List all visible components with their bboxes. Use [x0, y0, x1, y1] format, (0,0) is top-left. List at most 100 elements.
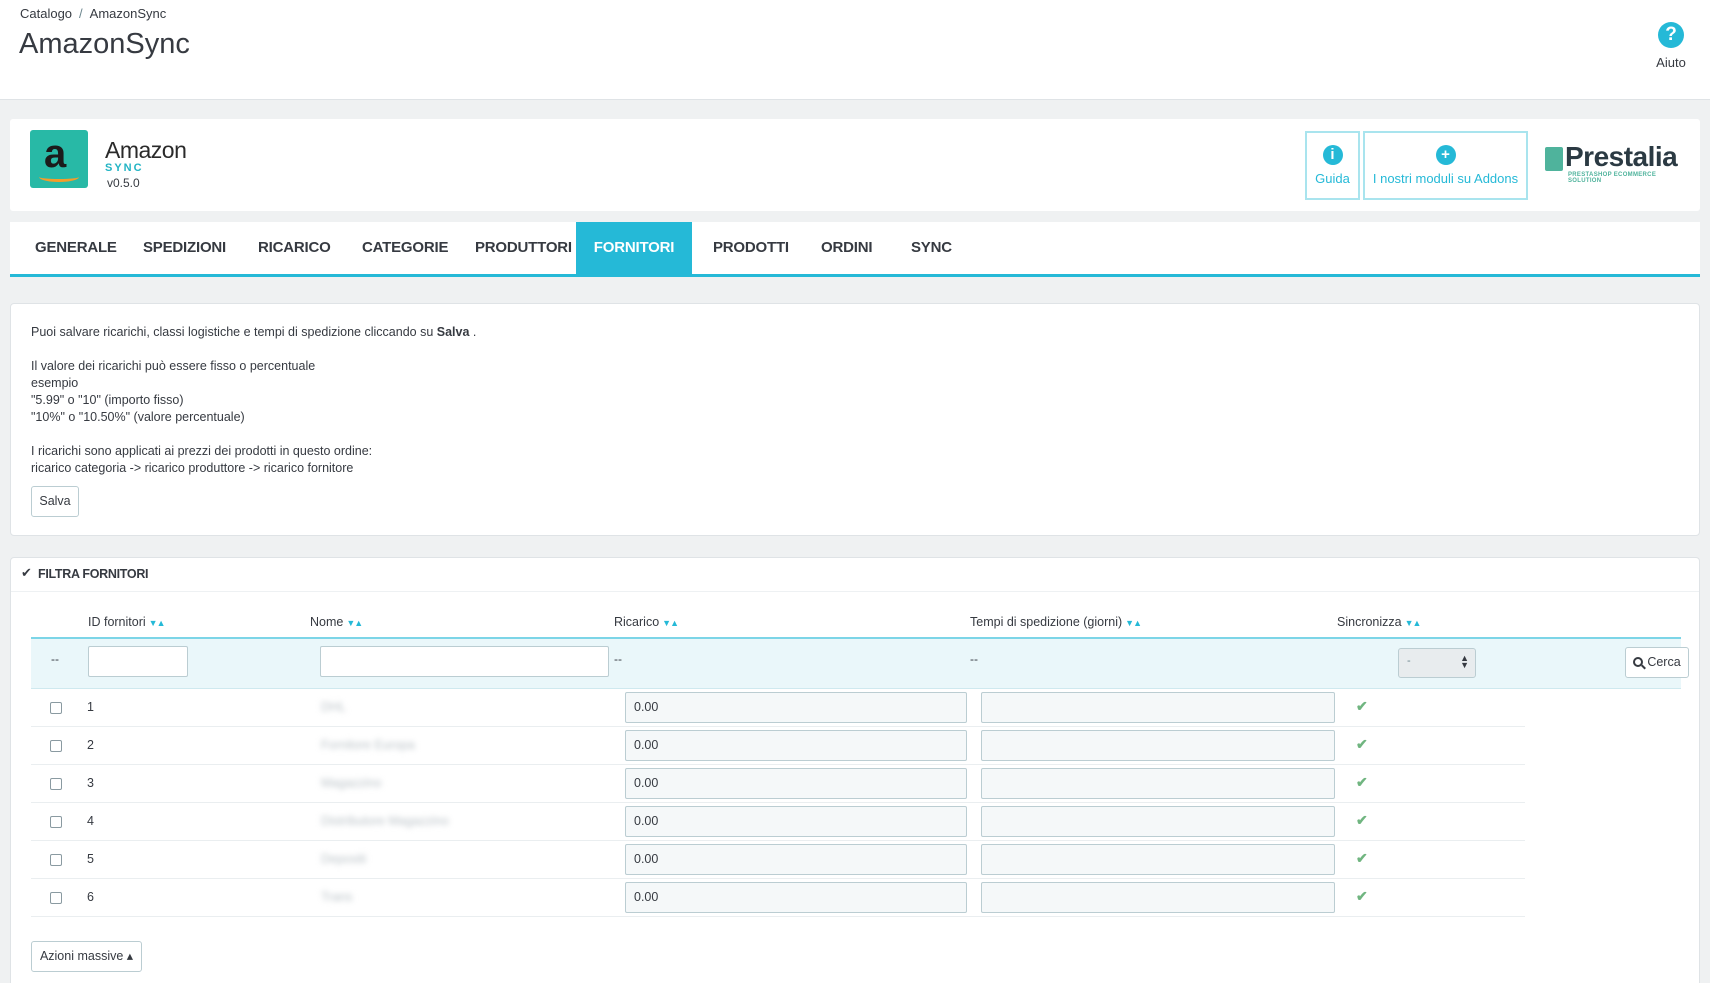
col-nome-header[interactable]: Nome ▼▲ — [310, 615, 363, 629]
info-text: Puoi salvare ricarichi, classi logistich… — [31, 324, 476, 477]
guida-button[interactable]: i Guida — [1305, 131, 1360, 200]
col-sincronizza-label: Sincronizza — [1337, 615, 1402, 629]
row-tempi-input[interactable] — [981, 692, 1335, 723]
table-row: 1 DHL 0.00 ✔ — [31, 689, 1525, 727]
guida-label: Guida — [1315, 171, 1350, 186]
search-button[interactable]: Cerca — [1625, 647, 1689, 678]
col-tempi-header[interactable]: Tempi di spedizione (giorni) ▼▲ — [970, 615, 1142, 629]
row-ricarico-input[interactable]: 0.00 — [625, 844, 967, 875]
col-sincronizza-header[interactable]: Sincronizza ▼▲ — [1337, 615, 1422, 629]
addons-label: I nostri moduli su Addons — [1372, 171, 1519, 186]
row-name: Fornitore Europa — [321, 738, 415, 752]
row-ricarico-input[interactable]: 0.00 — [625, 692, 967, 723]
row-tempi-input[interactable] — [981, 730, 1335, 761]
table-row: 2 Fornitore Europa 0.00 ✔ — [31, 727, 1525, 765]
row-tempi-input[interactable] — [981, 806, 1335, 837]
check-icon[interactable]: ✔ — [1356, 698, 1368, 715]
help-button[interactable]: ? Aiuto — [1646, 22, 1696, 70]
row-ricarico-input[interactable]: 0.00 — [625, 730, 967, 761]
save-button[interactable]: Salva — [31, 486, 79, 517]
row-checkbox[interactable] — [50, 740, 62, 752]
filter-tempi-dash: -- — [970, 652, 978, 666]
row-ricarico-input[interactable]: 0.00 — [625, 882, 967, 913]
filter-sync-select[interactable]: - ▲ ▼ — [1398, 648, 1476, 678]
plus-circle-icon: + — [1435, 145, 1456, 165]
tab-categorie[interactable]: CATEGORIE — [362, 222, 448, 274]
table-row: 3 Magazzino 0.00 ✔ — [31, 765, 1525, 803]
row-ricarico-input[interactable]: 0.00 — [625, 768, 967, 799]
row-id: 2 — [87, 738, 94, 752]
row-checkbox[interactable] — [50, 778, 62, 790]
filter-row: -- -- -- - ▲ ▼ Cerca — [31, 639, 1689, 689]
check-icon[interactable]: ✔ — [1356, 736, 1368, 753]
row-id: 4 — [87, 814, 94, 828]
sort-arrows-icon[interactable]: ▼▲ — [1405, 618, 1422, 628]
amazon-smile-icon — [39, 172, 79, 182]
row-id: 6 — [87, 890, 94, 904]
row-checkbox[interactable] — [50, 854, 62, 866]
filter-id-input[interactable] — [88, 646, 188, 677]
breadcrumb-catalogo[interactable]: Catalogo — [20, 6, 72, 21]
amazon-logo: a — [30, 130, 88, 188]
info-line-5: "10%" o "10.50%" (valore percentuale) — [31, 410, 245, 424]
row-ricarico-input[interactable]: 0.00 — [625, 806, 967, 837]
check-icon[interactable]: ✔ — [1356, 850, 1368, 867]
check-icon[interactable]: ✔ — [1356, 812, 1368, 829]
row-name: Trans — [321, 890, 353, 904]
tab-spedizioni[interactable]: SPEDIZIONI — [143, 222, 226, 274]
info-line-1: Puoi salvare ricarichi, classi logistich… — [31, 324, 476, 341]
prestalia-logo[interactable]: Prestalia PRESTASHOP ECOMMERCE SOLUTION — [1545, 141, 1685, 184]
row-id: 1 — [87, 700, 94, 714]
info-line-3: esempio — [31, 376, 79, 390]
col-ricarico-label: Ricarico — [614, 615, 660, 629]
tab-prodotti[interactable]: PRODOTTI — [713, 222, 789, 274]
col-id-label: ID fornitori — [88, 615, 146, 629]
addons-button[interactable]: + I nostri moduli su Addons — [1363, 131, 1528, 200]
row-tempi-input[interactable] — [981, 768, 1335, 799]
check-icon: ✔ — [21, 565, 32, 580]
prestalia-tagline: PRESTASHOP ECOMMERCE SOLUTION — [1568, 172, 1657, 184]
filter-sync-value: - — [1407, 655, 1411, 667]
amazon-logo-letter: a — [44, 132, 67, 176]
check-icon[interactable]: ✔ — [1356, 888, 1368, 905]
sort-arrows-icon[interactable]: ▼▲ — [149, 618, 166, 628]
filter-ricarico-dash: -- — [614, 652, 622, 666]
tab-fornitori[interactable]: FORNITORI — [576, 222, 692, 274]
row-tempi-input[interactable] — [981, 882, 1335, 913]
bulk-actions-button[interactable]: Azioni massive ▴ — [31, 941, 142, 972]
info-line-7: ricarico categoria -> ricarico produttor… — [31, 461, 354, 475]
check-icon[interactable]: ✔ — [1356, 774, 1368, 791]
breadcrumb-separator: / — [79, 6, 83, 21]
module-header-card: a Amazon SYNC v0.5.0 i Guida + I nostri … — [10, 119, 1700, 211]
list-title: FILTRA FORNITORI — [38, 567, 149, 581]
search-label: Cerca — [1647, 655, 1681, 669]
row-tempi-input[interactable] — [981, 844, 1335, 875]
row-id: 3 — [87, 776, 94, 790]
module-version: v0.5.0 — [107, 176, 140, 190]
tab-produttori[interactable]: PRODUTTORI — [475, 222, 572, 274]
row-checkbox[interactable] — [50, 816, 62, 828]
tab-sync[interactable]: SYNC — [911, 222, 952, 274]
module-name: Amazon — [105, 137, 187, 163]
tab-ordini[interactable]: ORDINI — [821, 222, 873, 274]
table-row: 4 Distributore Magazzino 0.00 ✔ — [31, 803, 1525, 841]
row-checkbox[interactable] — [50, 702, 62, 714]
sort-arrows-icon[interactable]: ▼▲ — [662, 618, 679, 628]
col-id-header[interactable]: ID fornitori ▼▲ — [88, 615, 166, 629]
shopping-bag-icon — [1545, 147, 1563, 171]
help-icon: ? — [1658, 22, 1684, 48]
row-checkbox[interactable] — [50, 892, 62, 904]
list-header: ✔ FILTRA FORNITORI — [11, 558, 1699, 592]
tab-ricarico[interactable]: RICARICO — [258, 222, 331, 274]
info-line-2: Il valore dei ricarichi può essere fisso… — [31, 359, 316, 373]
filter-nome-input[interactable] — [320, 646, 609, 677]
col-ricarico-header[interactable]: Ricarico ▼▲ — [614, 615, 679, 629]
sort-arrows-icon[interactable]: ▼▲ — [346, 618, 363, 628]
sort-arrows-icon[interactable]: ▼▲ — [1125, 618, 1142, 628]
suppliers-list-panel: ✔ FILTRA FORNITORI ID fornitori ▼▲ Nome ▼▲… — [10, 557, 1700, 983]
tab-generale[interactable]: GENERALE — [35, 222, 117, 274]
select-arrows-icon: ▲ ▼ — [1460, 653, 1469, 670]
help-label: Aiuto — [1656, 55, 1686, 70]
module-sub: SYNC — [105, 162, 144, 174]
col-tempi-label: Tempi di spedizione (giorni) — [970, 615, 1123, 629]
